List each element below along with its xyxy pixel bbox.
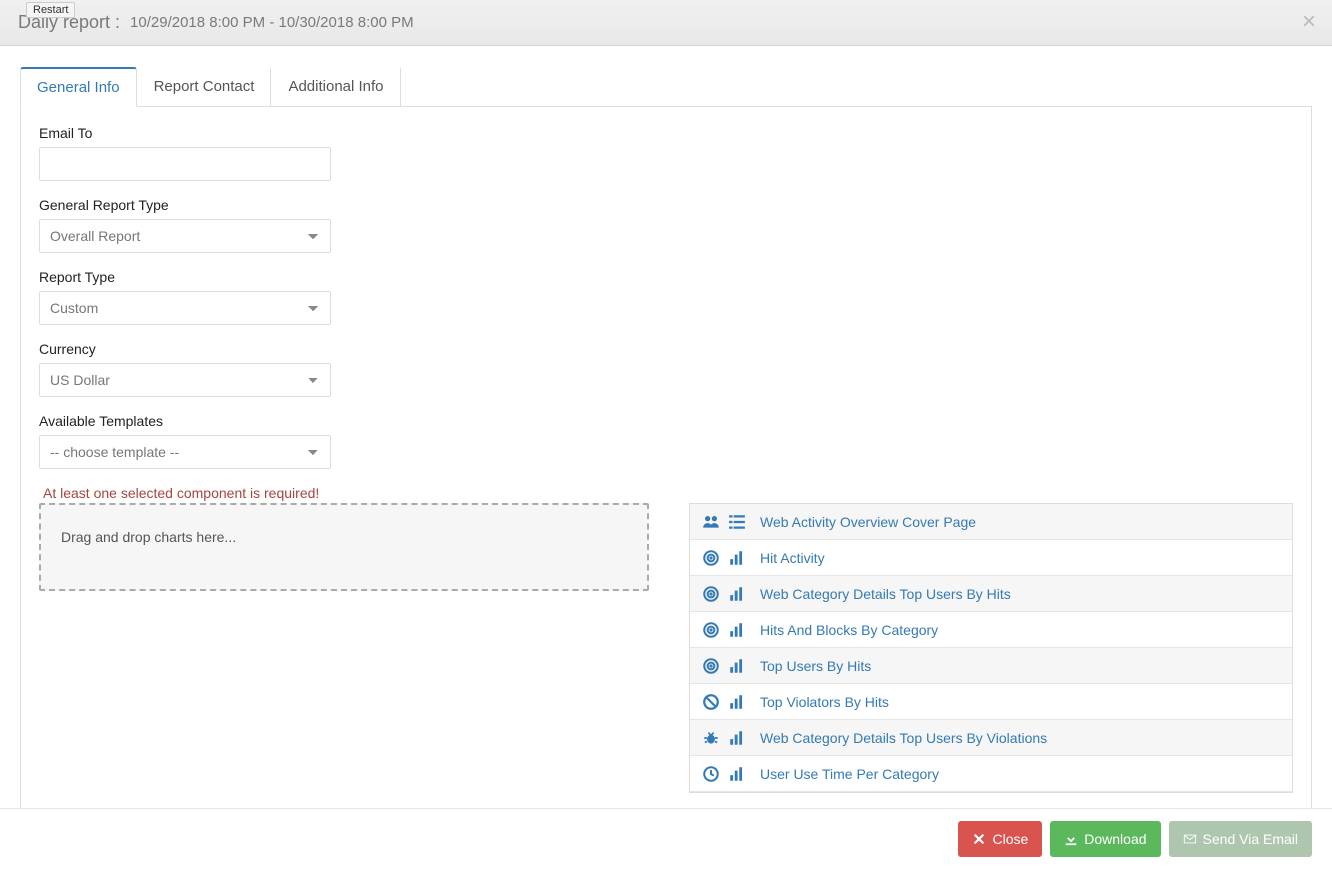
send-email-button[interactable]: Send Via Email (1169, 821, 1312, 857)
template-item[interactable]: Web Activity Overview Cover Page (690, 504, 1292, 540)
envelope-icon (1183, 832, 1197, 846)
modal-body: General Info Report Contact Additional I… (0, 46, 1332, 808)
modal-header: Daily report : 10/29/2018 8:00 PM - 10/3… (0, 0, 1332, 46)
bars-icon (728, 766, 746, 782)
bars-icon (728, 658, 746, 674)
general-report-type-group: General Report Type Overall Report (39, 197, 331, 253)
currency-select[interactable]: US Dollar (39, 363, 331, 397)
template-item-label: Web Category Details Top Users By Hits (760, 586, 1011, 602)
close-button-label: Close (992, 831, 1028, 847)
template-item[interactable]: Web Category Details Top Users By Hits (690, 576, 1292, 612)
modal-date-range: 10/29/2018 8:00 PM - 10/30/2018 8:00 PM (130, 14, 414, 31)
templates-label: Available Templates (39, 413, 331, 429)
tab-bar: General Info Report Contact Additional I… (20, 66, 1312, 107)
template-list[interactable]: Web Activity Overview Cover Page Hit Acti… (689, 503, 1293, 793)
email-field[interactable] (39, 147, 331, 181)
tab-report-contact[interactable]: Report Contact (137, 67, 272, 107)
bug-icon (702, 730, 720, 746)
close-button[interactable]: Close (958, 821, 1042, 857)
template-item-label: Top Violators By Hits (760, 694, 889, 710)
template-item-label: Web Activity Overview Cover Page (760, 514, 976, 530)
users-icon (702, 514, 720, 530)
template-item[interactable]: Hits And Blocks By Category (690, 612, 1292, 648)
clock-icon (702, 766, 720, 782)
target-icon (702, 550, 720, 566)
template-item[interactable]: Top Users By Hits (690, 648, 1292, 684)
close-icon[interactable]: × (1302, 10, 1316, 34)
bars-icon (728, 622, 746, 638)
list-icon (728, 514, 746, 530)
ban-icon (702, 694, 720, 710)
templates-group: Available Templates -- choose template -… (39, 413, 331, 469)
drop-zone-text: Drag and drop charts here... (61, 529, 236, 545)
template-item-label: Top Users By Hits (760, 658, 871, 674)
email-group: Email To (39, 125, 331, 181)
drop-zone[interactable]: Drag and drop charts here... (39, 503, 649, 591)
template-item-label: Hits And Blocks By Category (760, 622, 938, 638)
bars-icon (728, 550, 746, 566)
report-modal: Restart Daily report : 10/29/2018 8:00 P… (0, 0, 1332, 875)
template-item-label: Web Category Details Top Users By Violat… (760, 730, 1047, 746)
template-item-label: Hit Activity (760, 550, 825, 566)
tab-content: Email To General Report Type Overall Rep… (20, 107, 1312, 808)
currency-label: Currency (39, 341, 331, 357)
download-button[interactable]: Download (1050, 821, 1160, 857)
template-item[interactable]: Top Violators By Hits (690, 684, 1292, 720)
download-button-label: Download (1084, 831, 1146, 847)
target-icon (702, 586, 720, 602)
bars-icon (728, 586, 746, 602)
bars-icon (728, 730, 746, 746)
bars-icon (728, 694, 746, 710)
target-icon (702, 622, 720, 638)
send-email-button-label: Send Via Email (1203, 831, 1298, 847)
components-row: Drag and drop charts here... Web Activit… (39, 503, 1293, 793)
report-type-label: Report Type (39, 269, 331, 285)
email-label: Email To (39, 125, 331, 141)
modal-footer: Close Download Send Via Email (0, 808, 1332, 875)
general-report-type-label: General Report Type (39, 197, 331, 213)
template-item-label: User Use Time Per Category (760, 766, 939, 782)
error-message: At least one selected component is requi… (43, 485, 1293, 501)
general-report-type-select[interactable]: Overall Report (39, 219, 331, 253)
tab-additional-info[interactable]: Additional Info (271, 67, 400, 107)
target-icon (702, 658, 720, 674)
restart-button[interactable]: Restart (26, 2, 75, 18)
report-type-select[interactable]: Custom (39, 291, 331, 325)
template-item[interactable]: Web Category Details Top Users By Violat… (690, 720, 1292, 756)
templates-select[interactable]: -- choose template -- (39, 435, 331, 469)
tab-general-info[interactable]: General Info (20, 67, 137, 107)
report-type-group: Report Type Custom (39, 269, 331, 325)
currency-group: Currency US Dollar (39, 341, 331, 397)
times-icon (972, 832, 986, 846)
template-item[interactable]: User Use Time Per Category (690, 756, 1292, 792)
template-item[interactable]: Hit Activity (690, 540, 1292, 576)
download-icon (1064, 832, 1078, 846)
